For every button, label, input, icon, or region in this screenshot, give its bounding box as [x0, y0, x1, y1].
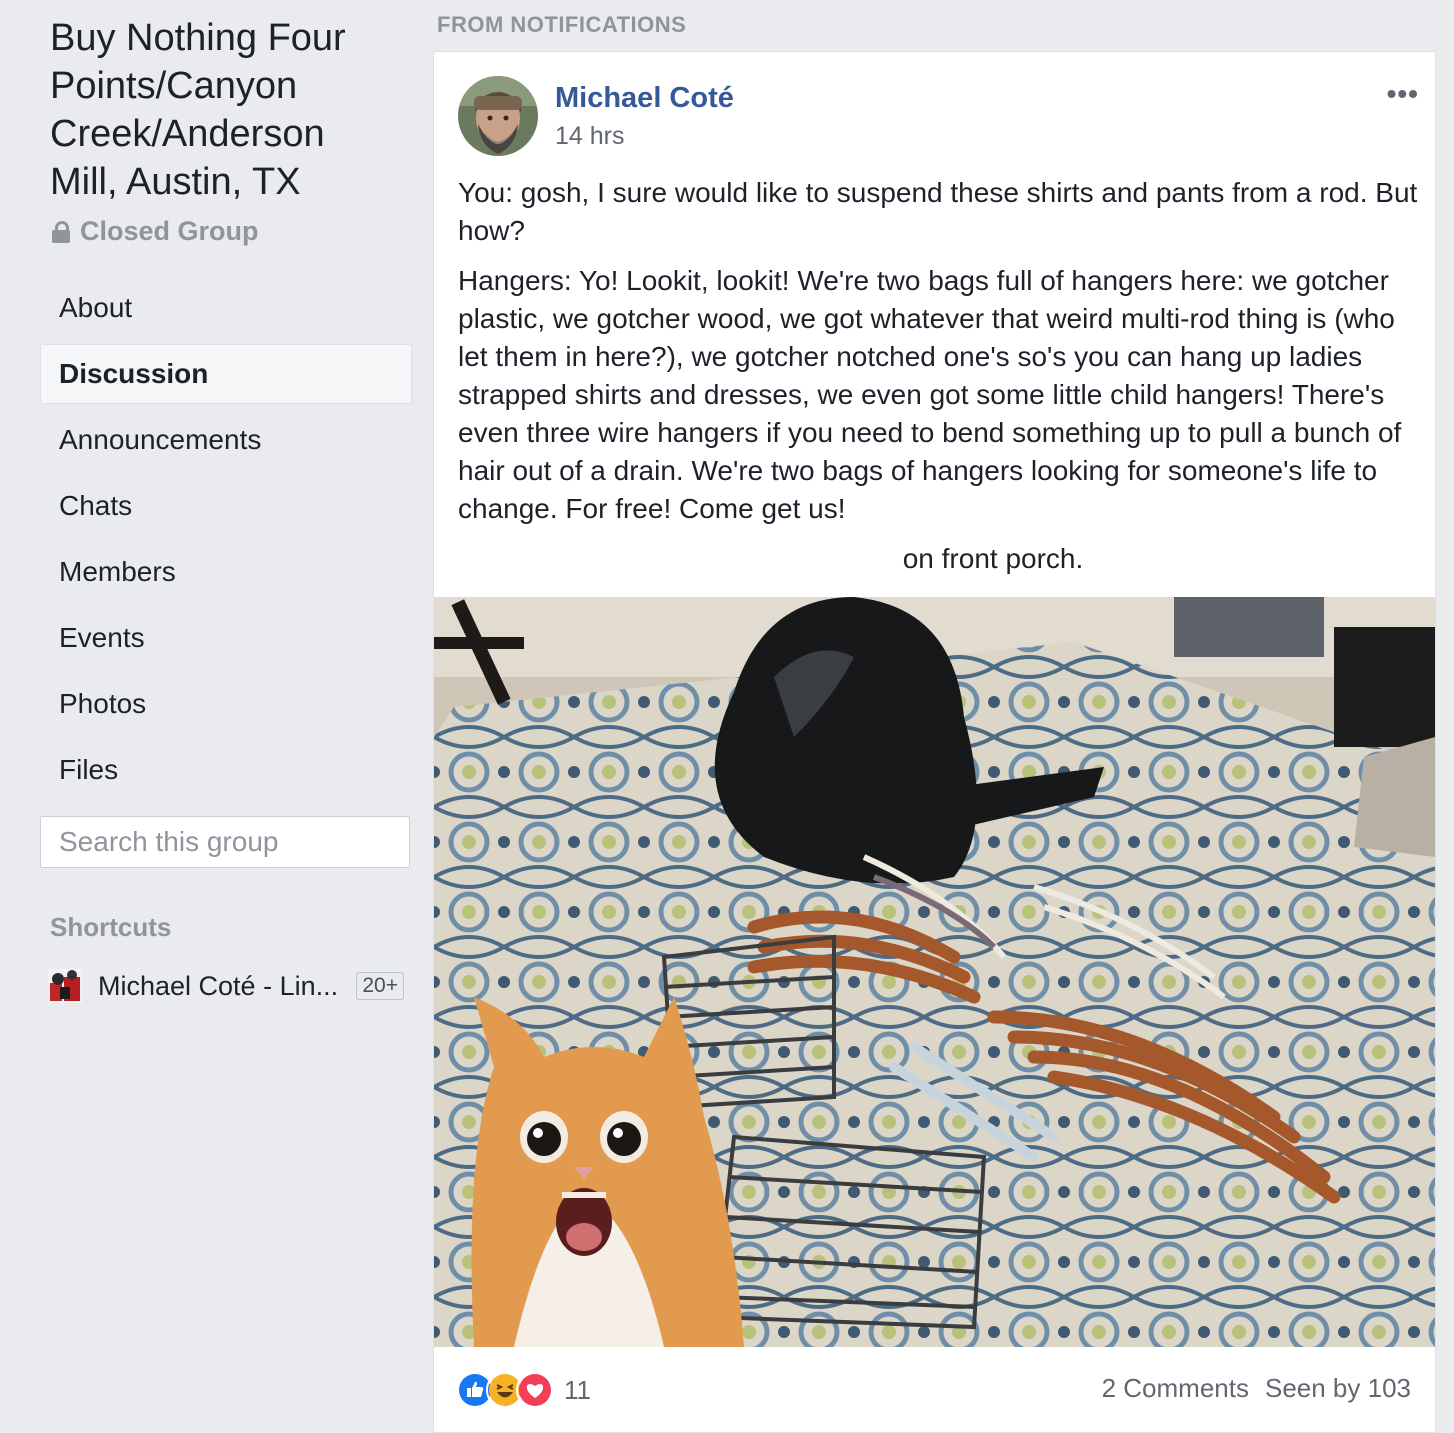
- author-name[interactable]: Michael Coté: [555, 82, 734, 115]
- nav-item-about[interactable]: About: [40, 278, 412, 338]
- lock-icon: [52, 220, 70, 243]
- privacy-label: Closed Group: [80, 216, 259, 246]
- seen-by-link[interactable]: Seen by 103: [1265, 1373, 1411, 1404]
- post-paragraph: Hangers: Yo! Lookit, lookit! We're two b…: [458, 265, 1402, 524]
- search-input[interactable]: [41, 825, 422, 859]
- post-paragraph: on front porch.: [902, 543, 1084, 574]
- group-privacy: Closed Group: [52, 216, 259, 247]
- nav-item-photos[interactable]: Photos: [40, 674, 412, 734]
- shortcut-badge: 20+: [356, 972, 404, 1000]
- nav-item-members[interactable]: Members: [40, 542, 412, 602]
- nav-item-events[interactable]: Events: [40, 608, 412, 668]
- shortcut-item[interactable]: Michael Coté - Lin... 20+: [48, 966, 404, 1006]
- reaction-count: 11: [564, 1374, 591, 1405]
- shortcut-thumbnail: [48, 969, 82, 1003]
- more-options-icon[interactable]: •••: [1387, 78, 1419, 110]
- post-footer: 11 2 Comments Seen by 103: [434, 1367, 1435, 1427]
- nav-item-chats[interactable]: Chats: [40, 476, 412, 536]
- shortcuts-heading: Shortcuts: [50, 912, 172, 942]
- post-body: You: gosh, I sure would like to suspend …: [458, 174, 1418, 590]
- author-avatar[interactable]: [458, 76, 538, 156]
- love-reaction-icon: [516, 1371, 554, 1409]
- nav-item-announcements[interactable]: Announcements: [40, 410, 412, 470]
- post-photo[interactable]: [434, 597, 1435, 1347]
- feed-section-label: FROM NOTIFICATIONS: [437, 12, 687, 37]
- post-timestamp[interactable]: 14 hrs: [555, 122, 624, 151]
- post-card: Michael Coté 14 hrs ••• You: gosh, I sur…: [433, 51, 1436, 1433]
- group-search: [40, 816, 422, 868]
- comments-link[interactable]: 2 Comments: [1102, 1373, 1249, 1404]
- nav-item-files[interactable]: Files: [40, 740, 412, 800]
- nav-item-discussion[interactable]: Discussion: [40, 344, 412, 404]
- post-stats: 2 Comments Seen by 103: [1102, 1373, 1411, 1404]
- reactions-summary[interactable]: 11: [456, 1371, 591, 1409]
- group-nav: About Discussion Announcements Chats Mem…: [40, 278, 412, 806]
- group-sidebar: Buy Nothing Four Points/Canyon Creek/And…: [0, 0, 422, 1423]
- group-title[interactable]: Buy Nothing Four Points/Canyon Creek/And…: [50, 14, 390, 206]
- post-paragraph: You: gosh, I sure would like to suspend …: [458, 177, 1418, 246]
- shortcut-name: Michael Coté - Lin...: [98, 970, 339, 1001]
